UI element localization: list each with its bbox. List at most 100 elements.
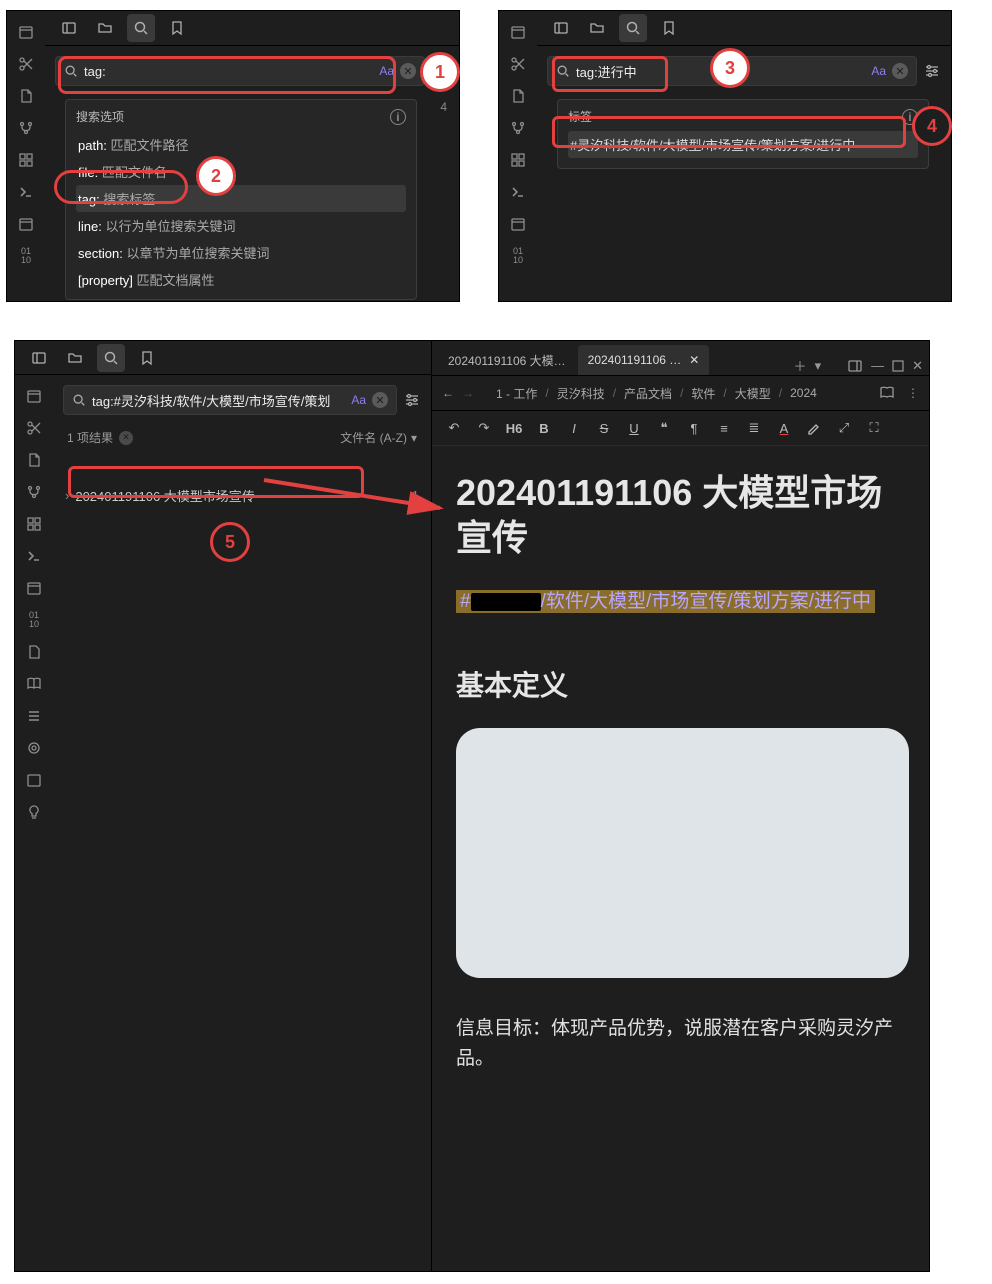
close-window-icon[interactable]: ✕ — [912, 358, 923, 374]
redo-icon[interactable]: ↷ — [470, 414, 498, 442]
clear-icon[interactable]: ✕ — [892, 63, 908, 79]
crumb[interactable]: 2024 — [790, 386, 817, 400]
minimize-icon[interactable]: — — [871, 358, 884, 373]
search-settings-icon[interactable] — [403, 391, 421, 409]
scissors-icon[interactable] — [11, 49, 41, 79]
terminal-icon[interactable] — [19, 541, 49, 571]
scissors-icon[interactable] — [503, 49, 533, 79]
tab-inactive[interactable]: 202401191106 大模… — [438, 345, 576, 375]
page-icon[interactable] — [503, 81, 533, 111]
page-icon[interactable] — [11, 81, 41, 111]
panel-left-icon[interactable] — [25, 344, 53, 372]
new-tab-icon[interactable]: ＋ — [794, 356, 807, 375]
book-icon[interactable] — [19, 669, 49, 699]
doc-tag[interactable]: #/软件/大模型/市场宣传/策划方案/进行中 — [456, 590, 875, 613]
chevron-down-icon[interactable]: ▾ — [411, 431, 417, 445]
expand-icon[interactable]: ⤢ — [830, 414, 858, 442]
calendar2-icon[interactable] — [503, 209, 533, 239]
binary-icon[interactable]: 0110 — [11, 241, 41, 271]
page2-icon[interactable] — [19, 637, 49, 667]
nav-fwd-icon[interactable]: → — [462, 386, 474, 400]
strike-button[interactable]: S — [590, 414, 618, 442]
branch-icon[interactable] — [503, 113, 533, 143]
undo-icon[interactable]: ↶ — [440, 414, 468, 442]
heading-h6[interactable]: H6 — [500, 414, 528, 442]
panel-left-icon[interactable] — [547, 14, 575, 42]
search-tab-icon[interactable] — [97, 344, 125, 372]
underline-button[interactable]: U — [620, 414, 648, 442]
bold-button[interactable]: B — [530, 414, 558, 442]
clear-icon[interactable]: ✕ — [372, 392, 388, 408]
bookmark-icon[interactable] — [655, 14, 683, 42]
binary-icon[interactable]: 0110 — [503, 241, 533, 271]
chevron-down-icon[interactable]: ▾ — [815, 358, 822, 374]
panel-left-icon[interactable] — [55, 14, 83, 42]
panel-1-search-options: 0110 tag: Aa ✕ 4 — [6, 10, 460, 302]
calendar3-icon[interactable] — [19, 765, 49, 795]
target-icon[interactable] — [19, 733, 49, 763]
maximize-icon[interactable] — [892, 360, 904, 372]
doc-title: 202401191106 大模型市场宣传 — [456, 470, 909, 560]
search-input-box[interactable]: tag:#灵汐科技/软件/大模型/市场宣传/策划 Aa ✕ — [63, 385, 397, 415]
quote-icon[interactable]: ❝ — [650, 414, 678, 442]
terminal-icon[interactable] — [503, 177, 533, 207]
page-icon[interactable] — [19, 445, 49, 475]
calendar2-icon[interactable] — [11, 209, 41, 239]
annotation-number-4: 4 — [912, 106, 952, 146]
binary-icon[interactable]: 0110 — [19, 605, 49, 635]
clear-results-icon[interactable]: ✕ — [119, 431, 133, 445]
paragraph-icon[interactable]: ¶ — [680, 414, 708, 442]
calendar2-icon[interactable] — [19, 573, 49, 603]
italic-button[interactable]: I — [560, 414, 588, 442]
highlight-color-icon[interactable] — [800, 414, 828, 442]
folder-icon[interactable] — [583, 14, 611, 42]
calendar-icon[interactable] — [19, 381, 49, 411]
search-tab-icon[interactable] — [619, 14, 647, 42]
more-icon[interactable]: ⋮ — [907, 386, 919, 400]
case-toggle[interactable]: Aa — [351, 393, 366, 407]
panel-right-icon[interactable] — [847, 358, 863, 374]
tab-active[interactable]: 202401191106 … ✕ — [578, 345, 710, 375]
folder-icon[interactable] — [61, 344, 89, 372]
grid-icon[interactable] — [19, 509, 49, 539]
clear-icon[interactable]: ✕ — [400, 63, 416, 79]
option-line[interactable]: line: 以行为单位搜索关键词 — [76, 212, 406, 239]
option-section[interactable]: section: 以章节为单位搜索关键词 — [76, 239, 406, 266]
branch-icon[interactable] — [19, 477, 49, 507]
reader-icon[interactable] — [879, 385, 895, 401]
fullscreen-icon[interactable]: ⛶ — [860, 414, 888, 442]
search-tab-icon[interactable] — [127, 14, 155, 42]
search-settings-icon[interactable] — [923, 62, 941, 80]
crumb[interactable]: 产品文档 — [624, 385, 672, 402]
grid-icon[interactable] — [503, 145, 533, 175]
close-icon[interactable]: ✕ — [689, 353, 699, 367]
text-color-button[interactable]: A — [770, 414, 798, 442]
list-ol-icon[interactable]: ≣ — [740, 414, 768, 442]
document-body[interactable]: 202401191106 大模型市场宣传 #/软件/大模型/市场宣传/策划方案/… — [432, 446, 929, 1115]
crumb[interactable]: 1 - 工作 — [496, 385, 537, 402]
crumb[interactable]: 灵汐科技 — [557, 385, 605, 402]
branch-icon[interactable] — [11, 113, 41, 143]
bookmark-icon[interactable] — [133, 344, 161, 372]
crumb[interactable]: 大模型 — [735, 385, 771, 402]
bookmark-icon[interactable] — [163, 14, 191, 42]
case-toggle[interactable]: Aa — [871, 64, 886, 78]
grid-icon[interactable] — [11, 145, 41, 175]
option-property[interactable]: [property] 匹配文档属性 — [76, 266, 406, 293]
dropdown-title: 搜索选项 — [76, 108, 124, 125]
left-activity-rail: 0110 — [7, 11, 45, 301]
info-icon[interactable]: i — [390, 109, 406, 125]
nav-back-icon[interactable]: ← — [442, 386, 454, 400]
list-ul-icon[interactable]: ≡ — [710, 414, 738, 442]
bulb-icon[interactable] — [19, 797, 49, 827]
folder-icon[interactable] — [91, 14, 119, 42]
calendar-icon[interactable] — [503, 17, 533, 47]
calendar-icon[interactable] — [11, 17, 41, 47]
scissors-icon[interactable] — [19, 413, 49, 443]
annotation-number-1: 1 — [420, 52, 460, 92]
crumb[interactable]: 软件 — [691, 385, 715, 402]
terminal-icon[interactable] — [11, 177, 41, 207]
sort-label[interactable]: 文件名 (A-Z) — [340, 429, 407, 446]
option-path[interactable]: path: 匹配文件路径 — [76, 131, 406, 158]
list-icon[interactable] — [19, 701, 49, 731]
